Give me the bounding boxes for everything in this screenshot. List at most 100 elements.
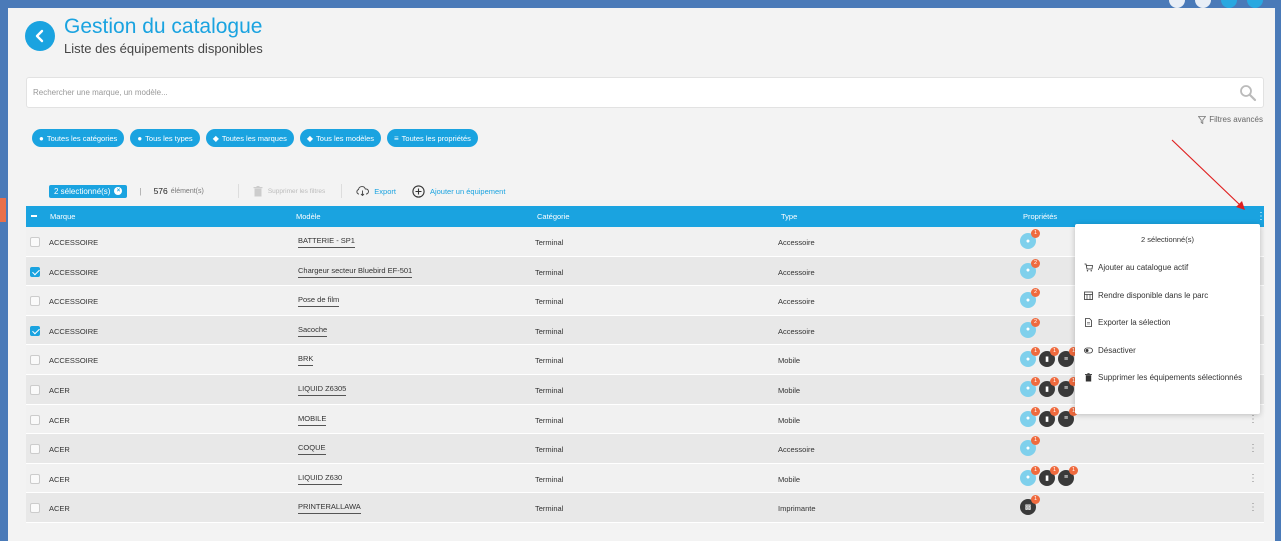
- cell-properties: ● 1: [1020, 436, 1040, 457]
- cell-model-link[interactable]: Chargeur secteur Bluebird EF-501: [298, 266, 413, 278]
- cell-model-link[interactable]: MOBILE: [298, 414, 327, 426]
- property-badge: 1: [1031, 495, 1040, 505]
- sim-card-icon[interactable]: ▮ 1: [1039, 347, 1059, 368]
- column-header-model[interactable]: Modèle: [296, 212, 321, 221]
- printer-icon[interactable]: ▩ 1: [1020, 495, 1040, 516]
- deactivate-item[interactable]: Désactiver: [1075, 337, 1260, 365]
- side-marker: [0, 198, 6, 222]
- tag-icon[interactable]: ● 1: [1020, 229, 1040, 249]
- top-icons: [1169, 0, 1263, 8]
- row-menu-icon[interactable]: ⋮: [1248, 501, 1258, 514]
- column-header-brand[interactable]: Marque: [50, 212, 75, 221]
- property-badge: 2: [1031, 317, 1040, 327]
- tag-icon[interactable]: ● 2: [1020, 317, 1040, 338]
- tag-icon[interactable]: ● 1: [1020, 376, 1040, 397]
- chip-categories[interactable]: ● Toutes les catégories: [32, 129, 125, 147]
- row-checkbox[interactable]: [30, 414, 40, 425]
- cell-category: Terminal: [535, 385, 564, 395]
- bulk-actions-menu-icon[interactable]: ⋮: [1256, 210, 1266, 223]
- row-checkbox[interactable]: [30, 325, 40, 336]
- cell-model-link[interactable]: LIQUID Z6305: [298, 384, 347, 396]
- add-equipment-label: Ajouter un équipement: [429, 186, 506, 196]
- row-checkbox[interactable]: [30, 503, 40, 514]
- cell-model-link[interactable]: LIQUID Z630: [298, 473, 343, 485]
- tag-icon[interactable]: ● 1: [1020, 465, 1040, 486]
- property-badge: 1: [1050, 376, 1059, 386]
- database-icon[interactable]: ≡ 1: [1058, 376, 1078, 397]
- clear-filters-button[interactable]: Supprimer les filtres: [253, 185, 325, 197]
- help-icon[interactable]: [1247, 0, 1263, 8]
- cell-brand: ACCESSOIRE: [49, 356, 99, 366]
- cell-model-link[interactable]: BRK: [298, 354, 314, 367]
- table-row[interactable]: ACER COQUE Terminal Accessoire ● 1 ⋮: [26, 434, 1264, 464]
- add-to-active-catalog-item[interactable]: Ajouter au catalogue actif: [1075, 254, 1260, 282]
- selection-badge[interactable]: 2 sélectionné(s) ×: [49, 184, 128, 198]
- column-header-category[interactable]: Catégorie: [537, 212, 570, 221]
- row-checkbox[interactable]: [30, 237, 40, 247]
- table-row[interactable]: ACER LIQUID Z630 Terminal Mobile ● 1 ▮ 1 ≡ 1 …: [26, 463, 1264, 494]
- database-icon[interactable]: ≡ 1: [1058, 465, 1078, 486]
- sim-card-icon[interactable]: ▮ 1: [1039, 465, 1059, 486]
- cell-type: Mobile: [778, 474, 801, 484]
- chip-label: Toutes les catégories: [46, 133, 118, 143]
- export-selection-item[interactable]: Exporter la sélection: [1075, 309, 1260, 337]
- settings-icon[interactable]: [1195, 0, 1211, 8]
- back-button[interactable]: [25, 21, 55, 51]
- main-panel: Gestion du catalogue Liste des équipemen…: [8, 8, 1275, 541]
- chip-properties[interactable]: ≡ Toutes les propriétés: [387, 129, 478, 147]
- tag-icon[interactable]: ● 1: [1020, 406, 1040, 427]
- cell-model-link[interactable]: Sacoche: [298, 325, 328, 337]
- row-checkbox[interactable]: [30, 444, 40, 455]
- tag-icon[interactable]: ● 2: [1020, 258, 1040, 279]
- chip-brands[interactable]: ◆ Toutes les marques: [205, 129, 294, 147]
- search-input[interactable]: [27, 78, 1217, 107]
- table-row[interactable]: ACER PRINTERALLAWA Terminal Imprimante ▩…: [26, 493, 1264, 523]
- row-menu-icon[interactable]: ⋮: [1248, 413, 1258, 426]
- cell-category: Terminal: [535, 297, 564, 307]
- search-icon[interactable]: [1239, 84, 1257, 102]
- separator: |: [139, 186, 142, 196]
- export-button[interactable]: Export: [356, 186, 396, 196]
- make-available-item[interactable]: Rendre disponible dans le parc: [1075, 282, 1260, 310]
- cell-model-link[interactable]: PRINTERALLAWA: [298, 502, 361, 515]
- row-menu-icon[interactable]: ⋮: [1248, 472, 1258, 485]
- cell-properties: ● 2: [1020, 317, 1040, 338]
- row-checkbox[interactable]: [30, 384, 40, 395]
- row-checkbox[interactable]: [30, 266, 40, 277]
- cell-properties: ● 1: [1020, 229, 1040, 249]
- add-equipment-button[interactable]: Ajouter un équipement: [412, 184, 506, 198]
- row-checkbox[interactable]: [30, 355, 40, 366]
- clear-selection-icon[interactable]: ×: [114, 187, 123, 195]
- funnel-icon: [1198, 115, 1207, 124]
- sim-card-icon[interactable]: ▮ 1: [1039, 406, 1059, 427]
- row-checkbox[interactable]: [30, 296, 40, 307]
- database-icon[interactable]: ≡ 1: [1058, 406, 1078, 427]
- row-checkbox[interactable]: [30, 473, 40, 484]
- database-icon[interactable]: ≡ 1: [1058, 347, 1078, 368]
- chip-types[interactable]: ● Tous les types: [130, 129, 200, 147]
- delete-selected-item[interactable]: Supprimer les équipements sélectionnés: [1075, 364, 1260, 392]
- page-subtitle: Liste des équipements disponibles: [64, 41, 263, 56]
- tag-icon: ●: [39, 133, 44, 143]
- advanced-filters-link[interactable]: Filtres avancés: [1198, 115, 1263, 124]
- tag-icon[interactable]: ● 1: [1020, 436, 1040, 457]
- sim-card-icon[interactable]: ▮ 1: [1039, 376, 1059, 397]
- cell-brand: ACER: [49, 415, 70, 425]
- item-count: 576: [153, 186, 168, 196]
- cell-brand: ACER: [49, 385, 70, 395]
- column-header-type[interactable]: Type: [781, 212, 797, 221]
- tag-icon[interactable]: ● 1: [1020, 347, 1040, 368]
- tag-icon[interactable]: ● 2: [1020, 288, 1040, 309]
- property-badge: 1: [1069, 465, 1078, 475]
- notification-icon[interactable]: [1169, 0, 1185, 8]
- trash-icon: [1085, 373, 1092, 382]
- deselect-all-checkbox[interactable]: [31, 215, 37, 217]
- column-header-properties[interactable]: Propriétés: [1023, 212, 1057, 221]
- cell-model-link[interactable]: COQUE: [298, 443, 326, 456]
- user-icon[interactable]: [1221, 0, 1237, 8]
- row-menu-icon[interactable]: ⋮: [1248, 442, 1258, 455]
- cell-model-link[interactable]: BATTERIE - SP1: [298, 236, 355, 248]
- cell-model-link[interactable]: Pose de film: [298, 295, 340, 308]
- chip-models[interactable]: ◆ Tous les modèles: [299, 129, 381, 147]
- page-title: Gestion du catalogue: [64, 15, 263, 38]
